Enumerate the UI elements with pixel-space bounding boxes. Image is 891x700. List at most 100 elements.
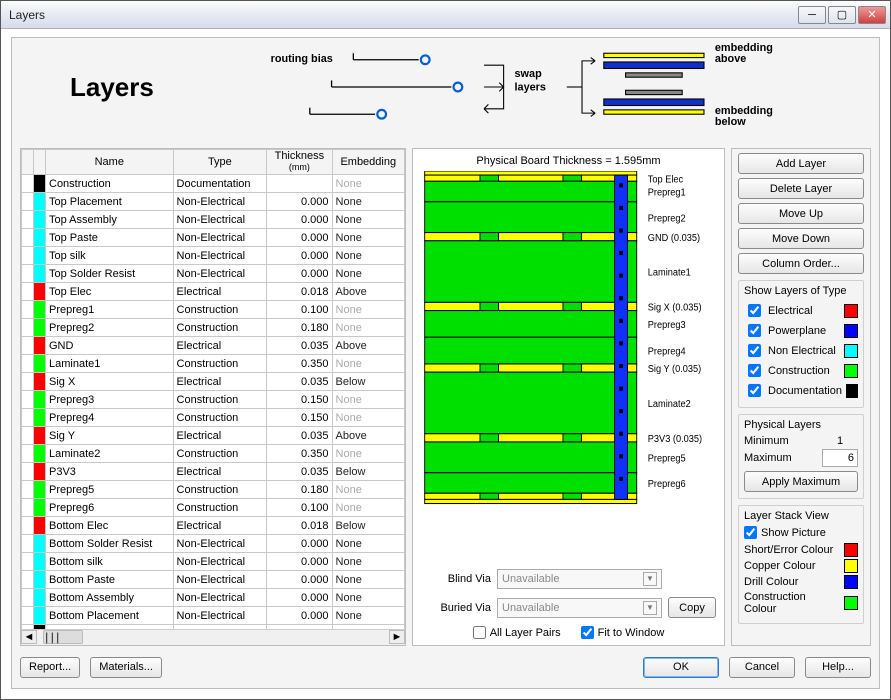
table-row[interactable]: Laminate1Construction0.350None: [22, 355, 405, 373]
fit-to-window-checkbox[interactable]: Fit to Window: [581, 626, 665, 639]
table-row[interactable]: Prepreg4Construction0.150None: [22, 409, 405, 427]
show-type-row[interactable]: Non Electrical: [744, 341, 858, 360]
layer-table-panel: Name Type Thickness(mm) Embedding Constr…: [20, 148, 406, 646]
show-type-checkbox[interactable]: [748, 364, 761, 377]
table-row[interactable]: Laminate2Construction0.350None: [22, 445, 405, 463]
svg-text:Laminate1: Laminate1: [648, 267, 691, 279]
table-row[interactable]: Bottom AssemblyNon-Electrical0.000None: [22, 589, 405, 607]
table-row[interactable]: Bottom ElecElectrical0.018Below: [22, 517, 405, 535]
column-order-button[interactable]: Column Order...: [738, 253, 864, 274]
buried-via-select[interactable]: Unavailable ▼: [497, 598, 662, 618]
svg-text:swap: swap: [514, 68, 542, 80]
table-row[interactable]: Top AssemblyNon-Electrical0.000None: [22, 211, 405, 229]
colour-row[interactable]: Construction Colour: [744, 591, 858, 615]
table-row[interactable]: Top silkNon-Electrical0.000None: [22, 247, 405, 265]
show-picture-checkbox[interactable]: Show Picture: [744, 526, 858, 539]
show-type-row[interactable]: Electrical: [744, 301, 858, 320]
buried-via-label: Buried Via: [421, 602, 491, 614]
table-row[interactable]: P3V3Electrical0.035Below: [22, 463, 405, 481]
help-button[interactable]: Help...: [805, 657, 871, 678]
show-type-checkbox[interactable]: [748, 304, 761, 317]
svg-text:Prepreg2: Prepreg2: [648, 213, 686, 225]
table-row[interactable]: Sig YElectrical0.035Above: [22, 427, 405, 445]
table-row[interactable]: Bottom Solder ResistNon-Electrical0.000N…: [22, 535, 405, 553]
close-button[interactable]: ✕: [858, 6, 886, 24]
col-header-thickness[interactable]: Thickness(mm): [267, 150, 332, 175]
stackview-group: Layer Stack View Show Picture Short/Erro…: [738, 505, 864, 624]
apply-maximum-button[interactable]: Apply Maximum: [744, 471, 858, 492]
show-type-row[interactable]: Construction: [744, 361, 858, 380]
table-row[interactable]: Top ElecElectrical0.018Above: [22, 283, 405, 301]
scroll-right-arrow[interactable]: ►: [389, 630, 405, 644]
table-row[interactable]: Bottom PasteNon-Electrical0.000None: [22, 571, 405, 589]
svg-text:Sig Y (0.035): Sig Y (0.035): [648, 364, 701, 376]
table-row[interactable]: GNDElectrical0.035Above: [22, 337, 405, 355]
chevron-down-icon: ▼: [643, 601, 657, 615]
table-row[interactable]: Prepreg3Construction0.150None: [22, 391, 405, 409]
scroll-left-arrow[interactable]: ◄: [21, 630, 37, 644]
table-row[interactable]: ConstructionDocumentationNone: [22, 175, 405, 193]
svg-text:Prepreg3: Prepreg3: [648, 320, 686, 332]
report-button[interactable]: Report...: [20, 657, 80, 678]
physical-title: Physical Layers: [744, 419, 858, 431]
col-header-embedding[interactable]: Embedding: [332, 150, 404, 175]
dialog-footer: Report... Materials... OK Cancel Help...: [20, 654, 871, 680]
show-type-checkbox[interactable]: [748, 324, 761, 337]
colour-row[interactable]: Short/Error Colour: [744, 543, 858, 557]
table-row[interactable]: Prepreg6Construction0.100None: [22, 499, 405, 517]
cancel-button[interactable]: Cancel: [729, 657, 795, 678]
physical-min-value: 1: [822, 435, 858, 447]
col-header-type[interactable]: Type: [173, 150, 267, 175]
stack-panel: Physical Board Thickness = 1.595mm Top E…: [412, 148, 725, 646]
titlebar: Layers ─ ▢ ✕: [1, 1, 890, 29]
table-row[interactable]: Prepreg5Construction0.180None: [22, 481, 405, 499]
show-type-checkbox[interactable]: [748, 384, 761, 397]
table-row[interactable]: Prepreg1Construction0.100None: [22, 301, 405, 319]
table-row[interactable]: Bottom PlacementNon-Electrical0.000None: [22, 607, 405, 625]
ok-button[interactable]: OK: [643, 657, 719, 678]
col-header-name[interactable]: Name: [46, 150, 174, 175]
materials-button[interactable]: Materials...: [90, 657, 162, 678]
table-row[interactable]: Bottom silkNon-Electrical0.000None: [22, 553, 405, 571]
show-types-group: Show Layers of Type ElectricalPowerplane…: [738, 280, 864, 408]
table-row[interactable]: Sig XElectrical0.035Below: [22, 373, 405, 391]
svg-text:above: above: [715, 53, 746, 65]
physical-layers-group: Physical Layers Minimum1 Maximum Apply M…: [738, 414, 864, 499]
all-layer-pairs-checkbox[interactable]: All Layer Pairs: [473, 626, 561, 639]
table-row[interactable]: Top PasteNon-Electrical0.000None: [22, 229, 405, 247]
col-header-handle[interactable]: [22, 150, 34, 175]
table-row[interactable]: Top PlacementNon-Electrical0.000None: [22, 193, 405, 211]
copy-button[interactable]: Copy: [668, 597, 716, 618]
colour-row[interactable]: Drill Colour: [744, 575, 858, 589]
colour-row[interactable]: Copper Colour: [744, 559, 858, 573]
show-types-title: Show Layers of Type: [744, 285, 858, 297]
move-up-button[interactable]: Move Up: [738, 203, 864, 224]
delete-layer-button[interactable]: Delete Layer: [738, 178, 864, 199]
physical-max-input[interactable]: [822, 449, 858, 467]
swatch-icon: [844, 559, 858, 573]
dialog-header: Layers routing bias swap layers: [12, 38, 879, 136]
svg-text:GND (0.035): GND (0.035): [648, 232, 700, 244]
blind-via-select[interactable]: Unavailable ▼: [497, 569, 662, 589]
show-type-row[interactable]: Powerplane: [744, 321, 858, 340]
stack-title: Physical Board Thickness = 1.595mm: [421, 155, 716, 167]
table-row[interactable]: Top Solder ResistNon-Electrical0.000None: [22, 265, 405, 283]
minimize-button[interactable]: ─: [798, 6, 826, 24]
col-header-color[interactable]: [34, 150, 46, 175]
hscrollbar[interactable]: ◄ ∣∣∣ ►: [21, 629, 405, 645]
layer-table[interactable]: Name Type Thickness(mm) Embedding Constr…: [21, 149, 405, 629]
svg-text:Prepreg1: Prepreg1: [648, 187, 686, 199]
show-type-checkbox[interactable]: [748, 344, 761, 357]
scroll-thumb[interactable]: ∣∣∣: [43, 630, 83, 644]
show-type-row[interactable]: Documentation: [744, 381, 858, 400]
chevron-down-icon: ▼: [643, 572, 657, 586]
svg-text:layers: layers: [514, 81, 545, 93]
maximize-button[interactable]: ▢: [828, 6, 856, 24]
table-row[interactable]: Prepreg2Construction0.180None: [22, 319, 405, 337]
blind-via-label: Blind Via: [421, 573, 491, 585]
svg-text:Laminate2: Laminate2: [648, 399, 691, 411]
layer-table-scroll[interactable]: Name Type Thickness(mm) Embedding Constr…: [21, 149, 405, 629]
add-layer-button[interactable]: Add Layer: [738, 153, 864, 174]
swatch-icon: [844, 304, 858, 318]
move-down-button[interactable]: Move Down: [738, 228, 864, 249]
